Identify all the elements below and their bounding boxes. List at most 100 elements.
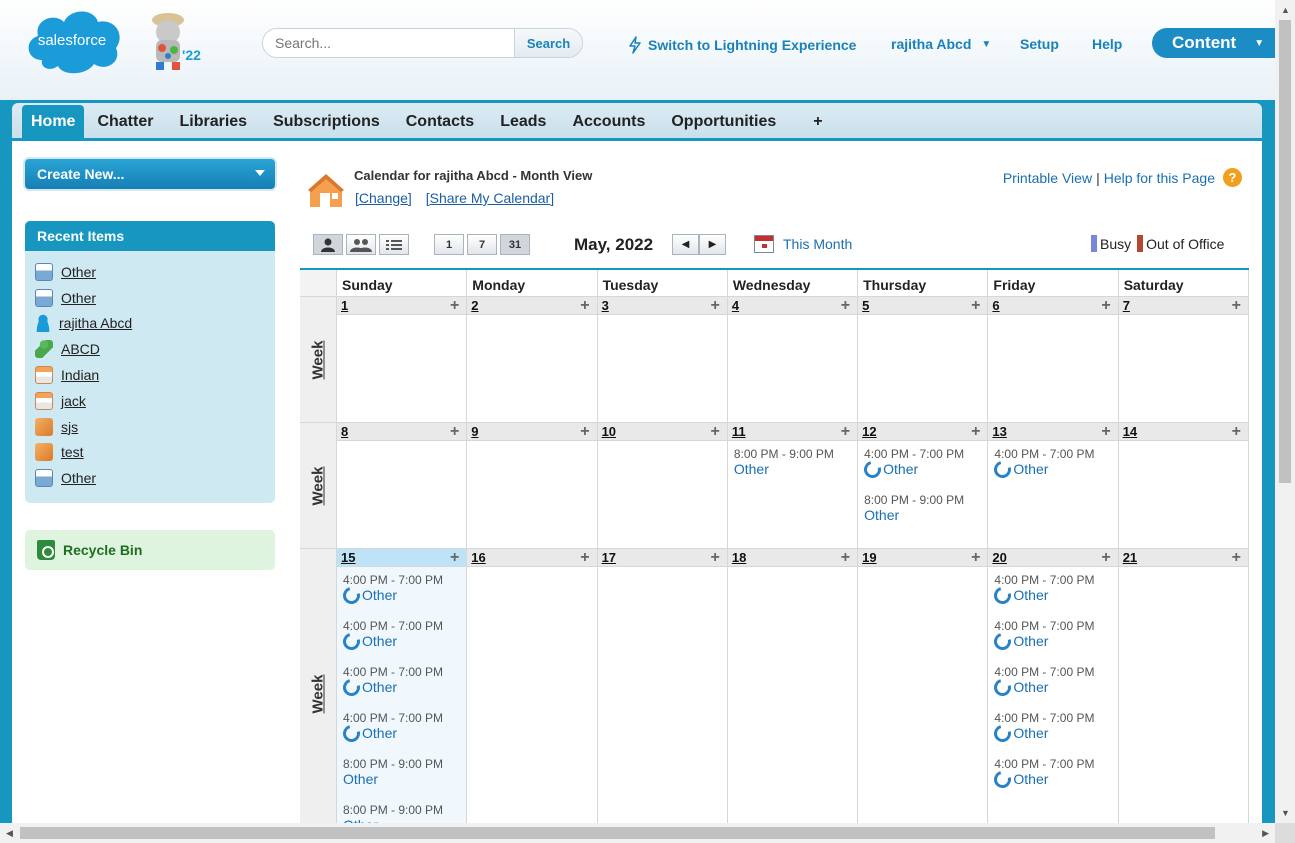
scroll-left-icon[interactable]: ◀ [6,828,13,839]
event-subject-link[interactable]: Other [991,675,1117,700]
help-icon[interactable]: ? [1223,168,1242,187]
day-number-link[interactable]: 20 [992,550,1006,565]
share-calendar-link[interactable]: [Share My Calendar] [426,190,554,206]
search-button[interactable]: Search [514,29,582,57]
tab-chatter[interactable]: Chatter [84,105,166,138]
tab-libraries[interactable]: Libraries [166,105,260,138]
previous-month-button[interactable]: ◀ [672,234,699,255]
add-event-plus-icon[interactable]: + [580,423,589,440]
event-subject-link[interactable]: Other [339,721,466,746]
week-view-link[interactable]: Week [300,423,337,548]
day-number-link[interactable]: 10 [602,424,616,439]
day-number-link[interactable]: 3 [602,298,609,313]
help-for-page-link[interactable]: Help for this Page [1104,170,1215,186]
day-number-link[interactable]: 14 [1123,424,1137,439]
this-month-link[interactable]: This Month [754,235,852,253]
recent-item-link[interactable]: Other [61,290,96,306]
user-menu[interactable]: rajitha Abcd ▼ [891,36,991,52]
add-event-plus-icon[interactable]: + [841,423,850,440]
add-event-plus-icon[interactable]: + [1101,423,1110,440]
add-event-plus-icon[interactable]: + [841,297,850,314]
event-subject-link[interactable]: Other [991,629,1117,654]
add-event-plus-icon[interactable]: + [711,297,720,314]
switch-to-lightning-link[interactable]: Switch to Lightning Experience [628,36,856,54]
recent-item-link[interactable]: Indian [61,367,99,383]
tab-opportunities[interactable]: Opportunities [658,105,789,138]
recent-item-link[interactable]: test [61,444,84,460]
add-event-plus-icon[interactable]: + [450,549,459,566]
add-event-plus-icon[interactable]: + [971,297,980,314]
event-subject-link[interactable]: Other [339,629,466,654]
add-event-plus-icon[interactable]: + [580,297,589,314]
week-view-link[interactable]: Week [300,549,337,831]
day-number-link[interactable]: 5 [862,298,869,313]
day-number-link[interactable]: 16 [471,550,485,565]
week-view-link[interactable]: Week [300,297,337,422]
event-subject-link[interactable]: Other [991,767,1117,792]
month-view-button[interactable]: 31 [500,234,530,255]
recent-item-link[interactable]: rajitha Abcd [59,315,132,331]
recent-item-link[interactable]: jack [61,393,86,409]
day-number-link[interactable]: 12 [862,424,876,439]
scroll-right-icon[interactable]: ▶ [1262,828,1269,839]
scroll-up-icon[interactable]: ▲ [1281,5,1290,15]
tab-home[interactable]: Home [22,105,85,138]
day-number-link[interactable]: 2 [471,298,478,313]
event-subject-link[interactable]: Other [864,507,987,524]
recent-item-link[interactable]: Other [61,264,96,280]
day-number-link[interactable]: 17 [602,550,616,565]
tab-subscriptions[interactable]: Subscriptions [260,105,393,138]
add-event-plus-icon[interactable]: + [1232,423,1241,440]
vertical-scroll-thumb[interactable] [1279,20,1291,483]
add-event-plus-icon[interactable]: + [841,549,850,566]
add-event-plus-icon[interactable]: + [711,549,720,566]
tab-leads[interactable]: Leads [487,105,559,138]
single-user-view-button[interactable] [313,234,343,255]
add-event-plus-icon[interactable]: + [1232,297,1241,314]
event-subject-link[interactable]: Other [339,583,466,608]
help-link[interactable]: Help [1092,36,1122,52]
recent-item-link[interactable]: sjs [61,419,78,435]
day-number-link[interactable]: 19 [862,550,876,565]
add-event-plus-icon[interactable]: + [450,297,459,314]
list-view-button[interactable] [379,234,409,255]
add-event-plus-icon[interactable]: + [971,549,980,566]
day-number-link[interactable]: 15 [341,550,355,565]
day-number-link[interactable]: 1 [341,298,348,313]
day-view-button[interactable]: 1 [434,234,464,255]
add-event-plus-icon[interactable]: + [711,423,720,440]
add-event-plus-icon[interactable]: + [1101,549,1110,566]
vertical-scrollbar[interactable]: ▲ ▼ [1275,0,1295,823]
search-input[interactable] [263,29,514,57]
tab-accounts[interactable]: Accounts [559,105,658,138]
recycle-bin-link[interactable]: Recycle Bin [25,530,275,570]
recent-item-link[interactable]: Other [61,470,96,486]
event-subject-link[interactable]: Other [991,721,1117,746]
all-tabs-plus-icon[interactable]: + [789,105,835,138]
app-menu-button[interactable]: Content ▼ [1152,28,1282,58]
add-event-plus-icon[interactable]: + [1232,549,1241,566]
event-subject-link[interactable]: Other [991,583,1117,608]
multi-user-view-button[interactable] [346,234,376,255]
setup-link[interactable]: Setup [1020,36,1059,52]
day-number-link[interactable]: 8 [341,424,348,439]
horizontal-scrollbar[interactable]: ◀ ▶ [0,823,1275,843]
event-subject-link[interactable]: Other [339,675,466,700]
day-number-link[interactable]: 21 [1123,550,1137,565]
add-event-plus-icon[interactable]: + [1101,297,1110,314]
tab-contacts[interactable]: Contacts [393,105,487,138]
scroll-down-icon[interactable]: ▼ [1281,808,1290,818]
day-number-link[interactable]: 11 [732,424,746,439]
change-calendar-link[interactable]: [Change] [355,190,412,206]
event-subject-link[interactable]: Other [343,771,466,788]
horizontal-scroll-thumb[interactable] [20,827,1215,839]
add-event-plus-icon[interactable]: + [450,423,459,440]
next-month-button[interactable]: ▶ [699,234,726,255]
event-subject-link[interactable]: Other [861,457,987,482]
add-event-plus-icon[interactable]: + [971,423,980,440]
week-view-button[interactable]: 7 [467,234,497,255]
salesforce-logo[interactable]: salesforce [22,4,124,76]
event-subject-link[interactable]: Other [991,457,1117,482]
day-number-link[interactable]: 4 [732,298,739,313]
recent-item-link[interactable]: ABCD [61,341,100,357]
